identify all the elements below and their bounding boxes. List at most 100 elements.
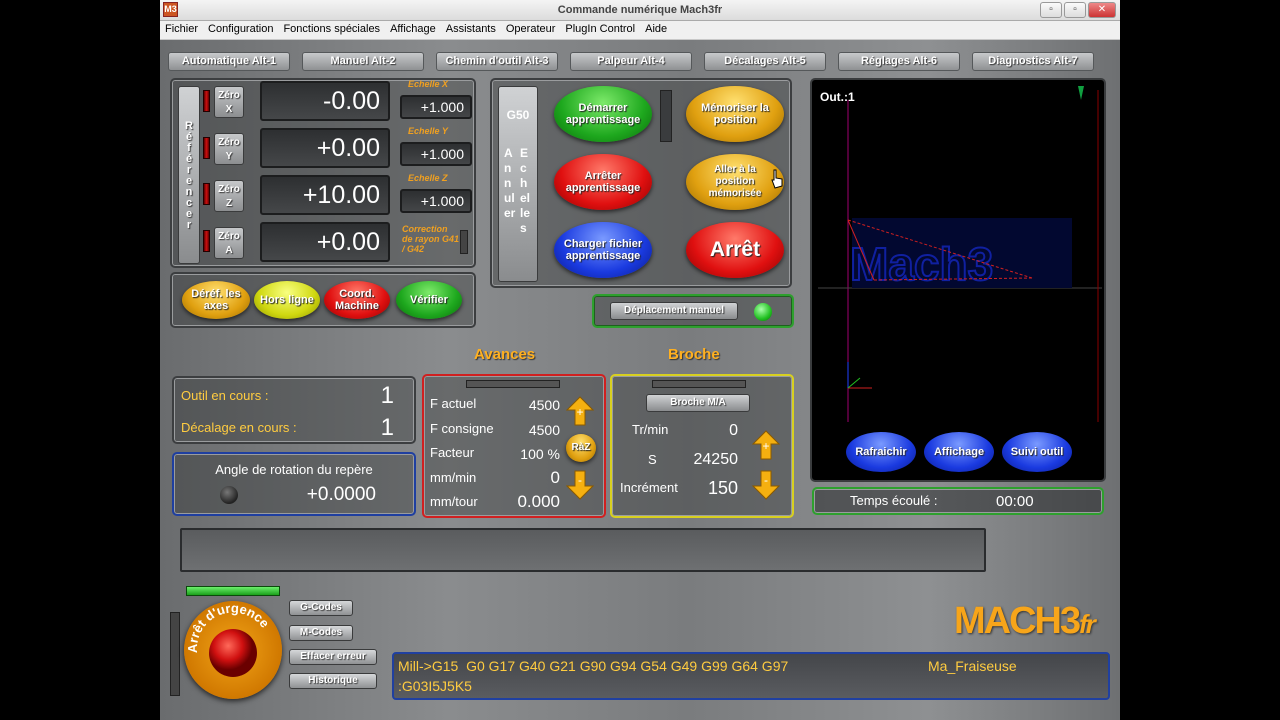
close-button[interactable]: ✕ bbox=[1088, 2, 1116, 18]
factor-label: Facteur bbox=[430, 445, 475, 460]
gcode-modal-line: Mill->G15 G0 G17 G40 G21 G90 G94 G54 G49… bbox=[398, 658, 789, 674]
arret-button[interactable]: Arrêt bbox=[686, 222, 784, 278]
increment-label: Incrément bbox=[620, 480, 678, 495]
maximize-button[interactable]: ▫ bbox=[1064, 2, 1086, 18]
f-consigne-label: F consigne bbox=[430, 421, 494, 436]
menu-operateur[interactable]: Operateur bbox=[501, 21, 561, 37]
stop-teach-button[interactable]: Arrêter apprentissage bbox=[554, 154, 652, 210]
gcode-arc-line: :G03I5J5K5 bbox=[398, 678, 472, 694]
mach3-window: M3 Commande numérique Mach3fr ▫ ▫ ✕ Fich… bbox=[160, 0, 1120, 720]
start-teach-button[interactable]: Démarrer apprentissage bbox=[554, 86, 652, 142]
feed-up-arrow-icon[interactable]: + bbox=[566, 396, 594, 426]
tab-manuel[interactable]: Manuel Alt-2 bbox=[302, 52, 424, 71]
echelles-label: Echelles bbox=[520, 146, 531, 235]
factor-value[interactable]: 100 % bbox=[494, 446, 560, 462]
tab-decalages[interactable]: Décalages Alt-5 bbox=[704, 52, 826, 71]
menu-bar: Fichier Configuration Fonctions spéciales A… bbox=[160, 21, 1120, 40]
dro-y[interactable]: +0.00 bbox=[260, 128, 390, 168]
tab-diagnostics[interactable]: Diagnostics Alt-7 bbox=[972, 52, 1094, 71]
gcodes-button[interactable]: G-Codes bbox=[289, 600, 353, 616]
menu-aide[interactable]: Aide bbox=[640, 21, 672, 37]
dro-z[interactable]: +10.00 bbox=[260, 175, 390, 215]
teach-indicator bbox=[660, 90, 672, 142]
x-ref-led bbox=[203, 90, 210, 112]
feed-down-arrow-icon[interactable]: - bbox=[566, 470, 594, 500]
svg-text:-: - bbox=[578, 473, 582, 487]
deref-axes-button[interactable]: Déréf. les axes bbox=[182, 281, 250, 319]
tool-current-value[interactable]: 1 bbox=[364, 382, 394, 410]
s-value[interactable]: 24250 bbox=[682, 451, 739, 469]
menu-fichier[interactable]: Fichier bbox=[160, 21, 203, 37]
elapsed-value: 00:00 bbox=[996, 493, 1034, 510]
spindle-down-arrow-icon[interactable]: - bbox=[752, 470, 780, 500]
estop-side-bar bbox=[170, 612, 180, 696]
menu-configuration[interactable]: Configuration bbox=[203, 21, 278, 37]
menu-plugin-control[interactable]: PlugIn Control bbox=[560, 21, 640, 37]
g50-button[interactable]: G50 bbox=[500, 108, 536, 122]
rpm-label: Tr/min bbox=[632, 422, 669, 437]
dro-x[interactable]: -0.00 bbox=[260, 81, 390, 121]
refresh-button[interactable]: Rafraichir bbox=[846, 432, 916, 472]
rotation-led bbox=[220, 486, 238, 504]
referencer-button[interactable]: Référencer bbox=[178, 86, 200, 264]
toolpath-logo-text: Mach3 bbox=[850, 238, 993, 290]
z-ref-led bbox=[203, 183, 210, 205]
scale-y[interactable]: +1.000 bbox=[400, 142, 472, 166]
machine-coords-button[interactable]: Coord. Machine bbox=[324, 281, 390, 319]
zero-x-button[interactable]: Zéro X bbox=[214, 86, 244, 118]
spindle-toggle-button[interactable]: Broche M/A bbox=[646, 394, 750, 412]
feeds-panel: F actuel 4500 F consigne 4500 Facteur 10… bbox=[422, 374, 606, 518]
feed-reset-button[interactable]: RàZ bbox=[566, 434, 596, 462]
tab-automatique[interactable]: Automatique Alt-1 bbox=[168, 52, 290, 71]
mmmin-label: mm/min bbox=[430, 470, 477, 485]
mcodes-button[interactable]: M-Codes bbox=[289, 625, 353, 641]
elapsed-panel: Temps écoulé : 00:00 bbox=[812, 487, 1104, 515]
svg-text:+: + bbox=[762, 439, 769, 453]
svg-text:-: - bbox=[764, 473, 768, 487]
offline-button[interactable]: Hors ligne bbox=[254, 281, 320, 319]
tool-panel: Outil en cours : 1 Décalage en cours : 1 bbox=[172, 376, 416, 444]
tab-reglages[interactable]: Réglages Alt-6 bbox=[838, 52, 960, 71]
toolpath-out-label: Out.:1 bbox=[820, 90, 855, 104]
rotation-label: Angle de rotation du repère bbox=[215, 462, 373, 477]
dro-a[interactable]: +0.00 bbox=[260, 222, 390, 262]
verify-button[interactable]: Vérifier bbox=[396, 281, 462, 319]
f-actuel-value[interactable]: 4500 bbox=[504, 397, 560, 413]
mmtour-value[interactable]: 0.000 bbox=[504, 492, 560, 512]
emergency-stop-button[interactable]: Arrêt d'urgence bbox=[184, 600, 282, 699]
rpm-value[interactable]: 0 bbox=[702, 422, 738, 440]
spindle-bar bbox=[652, 380, 746, 388]
zero-z-button[interactable]: Zéro Z bbox=[214, 180, 244, 212]
rotation-value[interactable]: +0.0000 bbox=[284, 484, 376, 506]
spindle-up-arrow-icon[interactable]: + bbox=[752, 430, 780, 460]
tool-offset-value[interactable]: 1 bbox=[364, 414, 394, 442]
menu-affichage[interactable]: Affichage bbox=[385, 21, 441, 37]
radius-comp-label: Correction de rayon G41 / G42 bbox=[402, 224, 460, 254]
menu-fonctions-speciales[interactable]: Fonctions spéciales bbox=[278, 21, 385, 37]
follow-tool-button[interactable]: Suivi outil bbox=[1002, 432, 1072, 472]
load-teach-button[interactable]: Charger fichier apprentissage bbox=[554, 222, 652, 278]
rotation-panel: Angle de rotation du repère +0.0000 bbox=[172, 452, 416, 516]
feeds-bar bbox=[466, 380, 560, 388]
memorize-position-button[interactable]: Mémoriser la position bbox=[686, 86, 784, 142]
menu-assistants[interactable]: Assistants bbox=[441, 21, 501, 37]
minimize-button[interactable]: ▫ bbox=[1040, 2, 1062, 18]
zero-y-button[interactable]: Zéro Y bbox=[214, 133, 244, 165]
window-title: Commande numérique Mach3fr bbox=[557, 4, 723, 16]
zero-a-button[interactable]: Zéro A bbox=[214, 227, 244, 259]
tab-chemin-outil[interactable]: Chemin d'outil Alt-3 bbox=[436, 52, 558, 71]
scale-x[interactable]: +1.000 bbox=[400, 95, 472, 119]
toolpath-view[interactable]: Mach3 bbox=[812, 80, 1104, 480]
toolpath-panel: Out.:1 Mach3 Rafraichir Affichage Suivi … bbox=[810, 78, 1106, 482]
clear-error-button[interactable]: Effacer erreur bbox=[289, 649, 377, 665]
increment-value[interactable]: 150 bbox=[692, 478, 738, 499]
scale-z[interactable]: +1.000 bbox=[400, 189, 472, 213]
f-actuel-label: F actuel bbox=[430, 396, 477, 411]
tab-palpeur[interactable]: Palpeur Alt-4 bbox=[570, 52, 692, 71]
machine-profile: Ma_Fraiseuse bbox=[928, 658, 1017, 674]
jog-button[interactable]: Déplacement manuel bbox=[610, 302, 738, 320]
mmmin-value[interactable]: 0 bbox=[504, 468, 560, 488]
history-button[interactable]: Historique bbox=[289, 673, 377, 689]
f-consigne-value[interactable]: 4500 bbox=[504, 422, 560, 438]
display-button[interactable]: Affichage bbox=[924, 432, 994, 472]
